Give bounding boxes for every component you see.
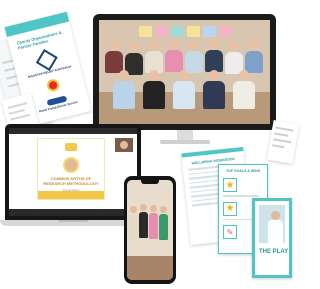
wall-card bbox=[139, 26, 152, 37]
play-worksheet: THE PLAY bbox=[252, 198, 292, 278]
person bbox=[159, 206, 168, 240]
laptop: COMMON MYTHS OF RESEARCH METHODOLOGY Pre… bbox=[5, 124, 141, 220]
person bbox=[245, 40, 263, 73]
video-call-topbar bbox=[9, 128, 137, 134]
person bbox=[143, 70, 165, 109]
presentation-slide: COMMON MYTHS OF RESEARCH METHODOLOGY Pre… bbox=[37, 138, 105, 200]
person bbox=[139, 204, 148, 238]
video-call-controls bbox=[9, 209, 137, 216]
person bbox=[165, 39, 183, 72]
phone-photo bbox=[127, 180, 173, 280]
group-photo bbox=[99, 20, 270, 124]
ronald-mcdonald-logo-icon bbox=[45, 77, 61, 93]
wall-card bbox=[187, 26, 200, 37]
person bbox=[129, 206, 138, 240]
slide-title: COMMON MYTHS OF RESEARCH METHODOLOGY bbox=[43, 176, 99, 186]
wall-card bbox=[219, 26, 232, 37]
floor bbox=[127, 256, 173, 280]
person bbox=[233, 70, 255, 109]
worksheet-back bbox=[266, 120, 300, 164]
wall-card bbox=[171, 26, 184, 37]
worksheet-b-title: TOP GOALS & WINS bbox=[225, 169, 261, 173]
person bbox=[105, 40, 123, 73]
wall-card bbox=[203, 26, 216, 37]
laptop-screen: COMMON MYTHS OF RESEARCH METHODOLOGY Pre… bbox=[9, 128, 137, 216]
worksheet-c-caption: THE PLAY bbox=[259, 249, 289, 255]
star-icon: ★ bbox=[223, 201, 237, 216]
person bbox=[149, 205, 158, 239]
person bbox=[173, 70, 195, 109]
slide-footer-bar bbox=[38, 191, 104, 199]
wall-card bbox=[155, 26, 168, 37]
person bbox=[145, 40, 163, 73]
person bbox=[205, 39, 223, 72]
person bbox=[203, 70, 225, 109]
person bbox=[113, 70, 135, 109]
presenter-photo bbox=[63, 157, 79, 173]
smartphone bbox=[124, 176, 176, 284]
person bbox=[185, 40, 203, 73]
slide-logo-icon bbox=[65, 143, 77, 151]
pencil-icon: ✎ bbox=[223, 225, 237, 239]
star-icon: ★ bbox=[223, 178, 237, 192]
monitor-neck bbox=[177, 130, 193, 140]
desktop-monitor bbox=[93, 14, 276, 130]
monitor-stand bbox=[160, 140, 210, 144]
webcam-thumbnail bbox=[115, 138, 133, 152]
laptop-notch bbox=[58, 220, 88, 222]
worksheet-photo bbox=[259, 205, 285, 243]
phone-notch bbox=[141, 180, 159, 184]
